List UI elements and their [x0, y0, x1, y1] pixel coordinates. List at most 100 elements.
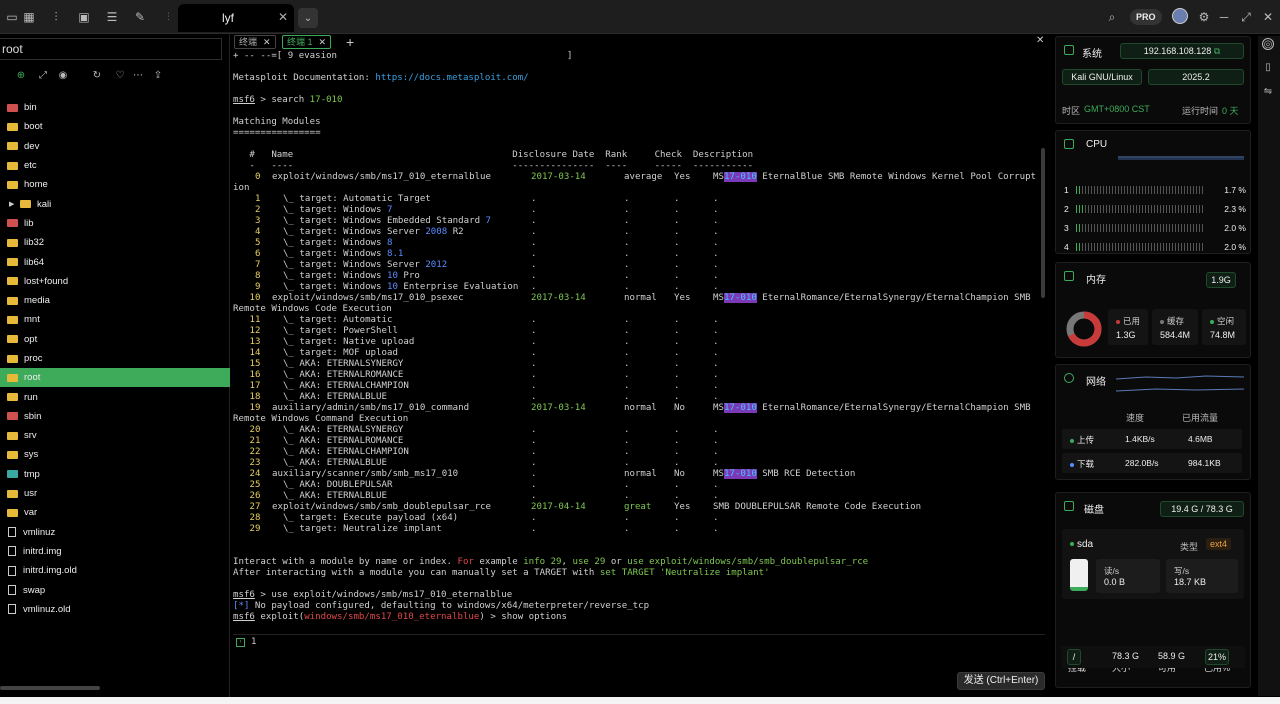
type-value: ext4: [1206, 538, 1232, 550]
terminal-output[interactable]: + -- --=[ 9 evasion ] Metasploit Document…: [233, 51, 1045, 627]
download-total: 984.1KB: [1188, 458, 1221, 468]
folder-item[interactable]: root: [0, 368, 230, 388]
more-icon[interactable]: ⋯: [131, 68, 145, 82]
folder-item[interactable]: tmp: [0, 465, 230, 484]
cpu-core-row: 2 2.3 %: [1064, 204, 1246, 214]
file-item[interactable]: initrd.img.old: [0, 561, 230, 580]
folder-item[interactable]: bin: [0, 98, 230, 117]
rank: .: [624, 282, 630, 292]
check: No: [674, 469, 685, 479]
add-tab-button[interactable]: +: [346, 34, 354, 50]
rank: .: [624, 458, 630, 468]
folder-item[interactable]: media: [0, 291, 230, 310]
eye-icon[interactable]: ◉: [56, 68, 70, 82]
folder-item[interactable]: lib: [0, 214, 230, 233]
search-icon[interactable]: ⌕: [1104, 9, 1120, 25]
terminal-text: ) > show options: [479, 612, 567, 622]
copy-icon[interactable]: ⧉: [1214, 46, 1220, 56]
read-label: 读/s: [1104, 566, 1120, 576]
file-item[interactable]: swap: [0, 580, 230, 599]
tab-terminal-1[interactable]: 终端 1 ✕: [282, 35, 332, 49]
folder-item[interactable]: proc: [0, 349, 230, 368]
terminal-text: Remote Windows Command Execution: [233, 414, 409, 424]
memory-cache-box: 缓存 584.4M: [1152, 309, 1198, 345]
rank: .: [624, 337, 630, 347]
folder-item[interactable]: etc: [0, 156, 230, 175]
documentation-link[interactable]: https://docs.metasploit.com/: [375, 73, 528, 83]
send-button[interactable]: 发送 (Ctrl+Enter): [957, 672, 1045, 690]
rank: normal: [624, 469, 657, 479]
row-number: 5: [255, 238, 261, 248]
path-input[interactable]: root: [0, 38, 222, 60]
expand-icon[interactable]: ⤢: [36, 68, 50, 82]
folder-item[interactable]: usr: [0, 484, 230, 503]
tab-terminal[interactable]: 终端 ✕: [234, 35, 276, 49]
folder-icon: [7, 335, 18, 344]
close-panel-icon[interactable]: ✕: [1036, 35, 1044, 46]
folder-item[interactable]: lib64: [0, 252, 230, 271]
terminal-icon[interactable]: ▣: [76, 9, 92, 25]
expand-caret-icon[interactable]: ▶: [9, 200, 14, 208]
folder-item[interactable]: var: [0, 503, 230, 522]
folder-item[interactable]: lost+found: [0, 272, 230, 291]
close-icon[interactable]: ✕: [263, 37, 271, 47]
minimize-icon[interactable]: ─: [1216, 9, 1232, 25]
file-item[interactable]: vmlinuz: [0, 523, 230, 542]
avail-value: 58.9 G: [1158, 651, 1186, 661]
file-item[interactable]: vmlinuz.old: [0, 600, 230, 619]
close-icon[interactable]: ✕: [319, 37, 327, 47]
folder-item[interactable]: opt: [0, 330, 230, 349]
folder-item[interactable]: mnt: [0, 310, 230, 329]
folder-item[interactable]: dev: [0, 137, 230, 156]
terminal-text: Metasploit Documentation:: [233, 73, 376, 83]
module-name: \_ AKA: ETERNALROMANCE: [272, 370, 404, 380]
pen-icon[interactable]: ✎: [132, 9, 148, 25]
refresh-icon[interactable]: ↻: [90, 68, 104, 82]
folder-item[interactable]: sys: [0, 445, 230, 464]
terminal-line: Metasploit Documentation: https://docs.m…: [233, 73, 529, 84]
settings-icon[interactable]: ⚙: [1196, 9, 1212, 25]
avatar[interactable]: [1172, 8, 1188, 24]
tree-icon[interactable]: ⫶: [48, 9, 64, 25]
description: .: [713, 359, 719, 369]
list-icon[interactable]: ☰: [104, 9, 120, 25]
horizontal-scrollbar[interactable]: [0, 686, 100, 690]
item-name: initrd.img: [23, 545, 62, 557]
panel-icon[interactable]: ▭: [4, 9, 20, 25]
command-input[interactable]: › 1: [233, 634, 1045, 648]
add-icon[interactable]: ⊕: [14, 68, 28, 82]
command-input-value[interactable]: 1: [251, 637, 256, 647]
check: .: [674, 337, 680, 347]
module-name: auxiliary/admin/smb/ms17_010_command: [272, 403, 470, 413]
pro-badge[interactable]: PRO: [1130, 9, 1162, 25]
folder-item[interactable]: ▶ kali: [0, 194, 230, 213]
close-icon[interactable]: ✕: [278, 10, 288, 24]
folder-item[interactable]: lib32: [0, 233, 230, 252]
monitor-icon[interactable]: ◎: [1262, 38, 1274, 50]
ip-address[interactable]: 192.168.108.128 ⧉: [1120, 43, 1244, 59]
folder-item[interactable]: home: [0, 175, 230, 194]
disclosure-date: .: [531, 381, 537, 391]
item-name: run: [24, 391, 38, 403]
file-item[interactable]: initrd.img: [0, 542, 230, 561]
swap-icon[interactable]: ⇋: [1262, 86, 1274, 98]
maximize-icon[interactable]: ⤢: [1238, 9, 1254, 25]
folder-item[interactable]: sbin: [0, 407, 230, 426]
row-number: 22: [249, 447, 261, 457]
grid-icon[interactable]: ▦: [21, 9, 37, 25]
folder-item[interactable]: run: [0, 387, 230, 406]
folder-icon: [7, 450, 18, 459]
disclosure-date: 2017-03-14: [531, 293, 586, 303]
vertical-scrollbar[interactable]: [1041, 148, 1045, 298]
file-icon[interactable]: ▯: [1262, 62, 1274, 74]
folder-item[interactable]: srv: [0, 426, 230, 445]
upload-icon[interactable]: ⇪: [151, 68, 165, 82]
module-name-cell: \_ target: Neutralize implant: [272, 524, 442, 535]
close-window-icon[interactable]: ✕: [1260, 9, 1276, 25]
rank: .: [624, 447, 630, 457]
chevron-down-icon[interactable]: ⌄: [298, 8, 318, 28]
heart-icon[interactable]: ♡: [113, 68, 127, 82]
tab-lyf[interactable]: lyf ✕: [178, 4, 294, 32]
folder-item[interactable]: boot: [0, 117, 230, 136]
description: .: [713, 447, 719, 457]
